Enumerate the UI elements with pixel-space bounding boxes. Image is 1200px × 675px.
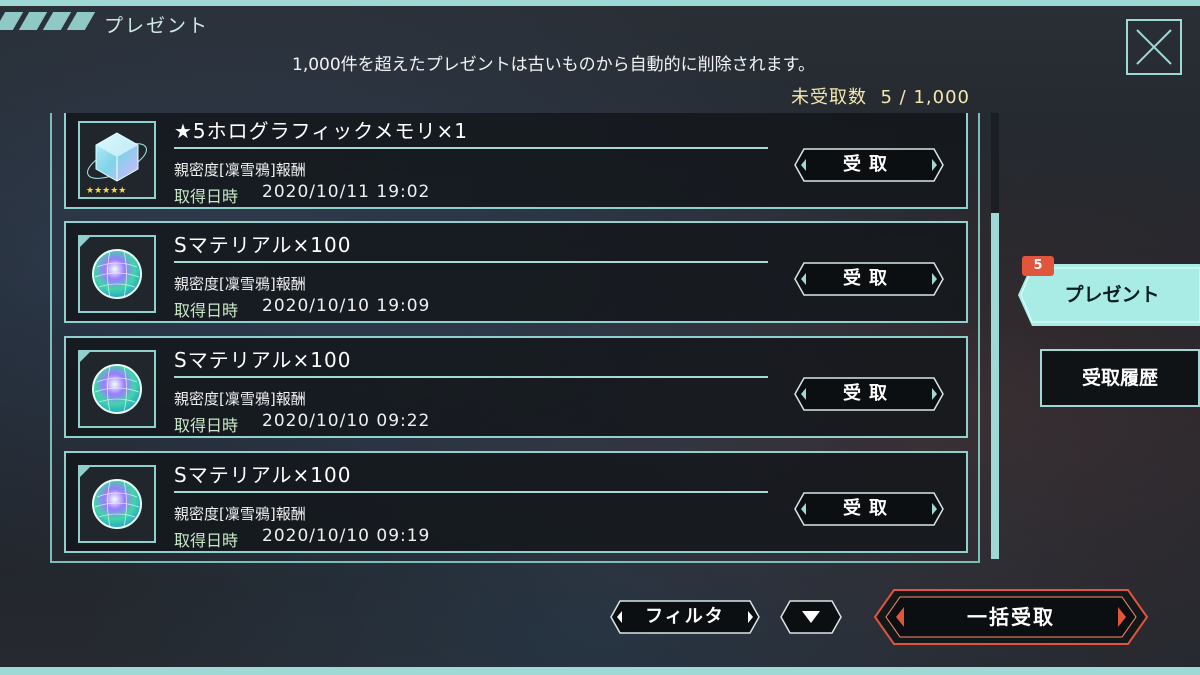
item-date-label: 取得日時 xyxy=(174,187,239,206)
present-item: Sマテリアル×100 親密度[凜雪鴉]報酬 取得日時 2020/10/10 19… xyxy=(64,221,968,323)
sort-order-button[interactable] xyxy=(780,600,842,634)
item-divider xyxy=(174,147,768,149)
item-name: Sマテリアル×100 xyxy=(174,233,352,257)
receive-button[interactable]: 受取 xyxy=(794,377,944,411)
item-date: 2020/10/10 19:09 xyxy=(262,296,431,316)
filter-button-label: フィルタ xyxy=(645,606,725,627)
auto-delete-notice: 1,000件を超えたプレゼントは古いものから自動的に削除されます。 xyxy=(292,55,815,75)
item-source: 親密度[凜雪鴉]報酬 xyxy=(174,161,306,179)
item-date-label: 取得日時 xyxy=(174,301,239,320)
item-source: 親密度[凜雪鴉]報酬 xyxy=(174,390,306,408)
bulk-receive-label: 一括受取 xyxy=(967,605,1055,629)
receive-button[interactable]: 受取 xyxy=(794,492,944,526)
item-name: Sマテリアル×100 xyxy=(174,463,352,487)
receive-button[interactable]: 受取 xyxy=(794,262,944,296)
item-divider xyxy=(174,261,768,263)
material-orb-icon xyxy=(78,235,156,313)
filter-button[interactable]: フィルタ xyxy=(610,600,760,634)
item-date: 2020/10/10 09:22 xyxy=(262,411,431,431)
material-orb-icon xyxy=(78,350,156,428)
item-source: 親密度[凜雪鴉]報酬 xyxy=(174,505,306,523)
item-divider xyxy=(174,376,768,378)
unreceived-count: 未受取数 5 / 1,000 xyxy=(791,83,970,109)
present-list[interactable]: ★★★★★ ★5ホログラフィックメモリ×1 親密度[凜雪鴉]報酬 取得日時 20… xyxy=(50,113,980,563)
bottom-border xyxy=(0,667,1200,675)
item-divider xyxy=(174,491,768,493)
header: プレゼント xyxy=(0,6,1200,38)
close-button[interactable] xyxy=(1126,19,1182,75)
page-title: プレゼント xyxy=(104,15,210,37)
material-orb-icon xyxy=(78,465,156,543)
receive-button-label: 受取 xyxy=(843,268,895,289)
tab-receive-history-label: 受取履歴 xyxy=(1081,367,1158,389)
tab-receive-history[interactable]: 受取履歴 xyxy=(1040,349,1200,407)
unreceived-label: 未受取数 xyxy=(791,87,868,108)
present-item: Sマテリアル×100 親密度[凜雪鴉]報酬 取得日時 2020/10/10 09… xyxy=(64,336,968,438)
item-date-label: 取得日時 xyxy=(174,531,239,550)
present-item: ★★★★★ ★5ホログラフィックメモリ×1 親密度[凜雪鴉]報酬 取得日時 20… xyxy=(64,113,968,209)
svg-text:★★★★★: ★★★★★ xyxy=(86,186,126,196)
close-icon xyxy=(1136,29,1172,65)
receive-button-label: 受取 xyxy=(843,154,895,175)
scrollbar-thumb[interactable] xyxy=(991,213,999,559)
item-date: 2020/10/10 09:19 xyxy=(262,526,431,546)
receive-button-label: 受取 xyxy=(843,383,895,404)
receive-button-label: 受取 xyxy=(843,498,895,519)
item-date: 2020/10/11 19:02 xyxy=(262,182,431,202)
holographic-cube-icon: ★★★★★ xyxy=(78,121,156,199)
header-stripes xyxy=(0,12,96,30)
bulk-receive-button[interactable]: 一括受取 xyxy=(874,589,1148,645)
item-name: ★5ホログラフィックメモリ×1 xyxy=(174,119,468,143)
item-name: Sマテリアル×100 xyxy=(174,348,352,372)
item-date-label: 取得日時 xyxy=(174,416,239,435)
present-count-badge: 5 xyxy=(1022,256,1054,276)
receive-button[interactable]: 受取 xyxy=(794,148,944,182)
unreceived-value: 5 / 1,000 xyxy=(880,87,970,108)
item-source: 親密度[凜雪鴉]報酬 xyxy=(174,275,306,293)
present-item: Sマテリアル×100 親密度[凜雪鴉]報酬 取得日時 2020/10/10 09… xyxy=(64,451,968,553)
